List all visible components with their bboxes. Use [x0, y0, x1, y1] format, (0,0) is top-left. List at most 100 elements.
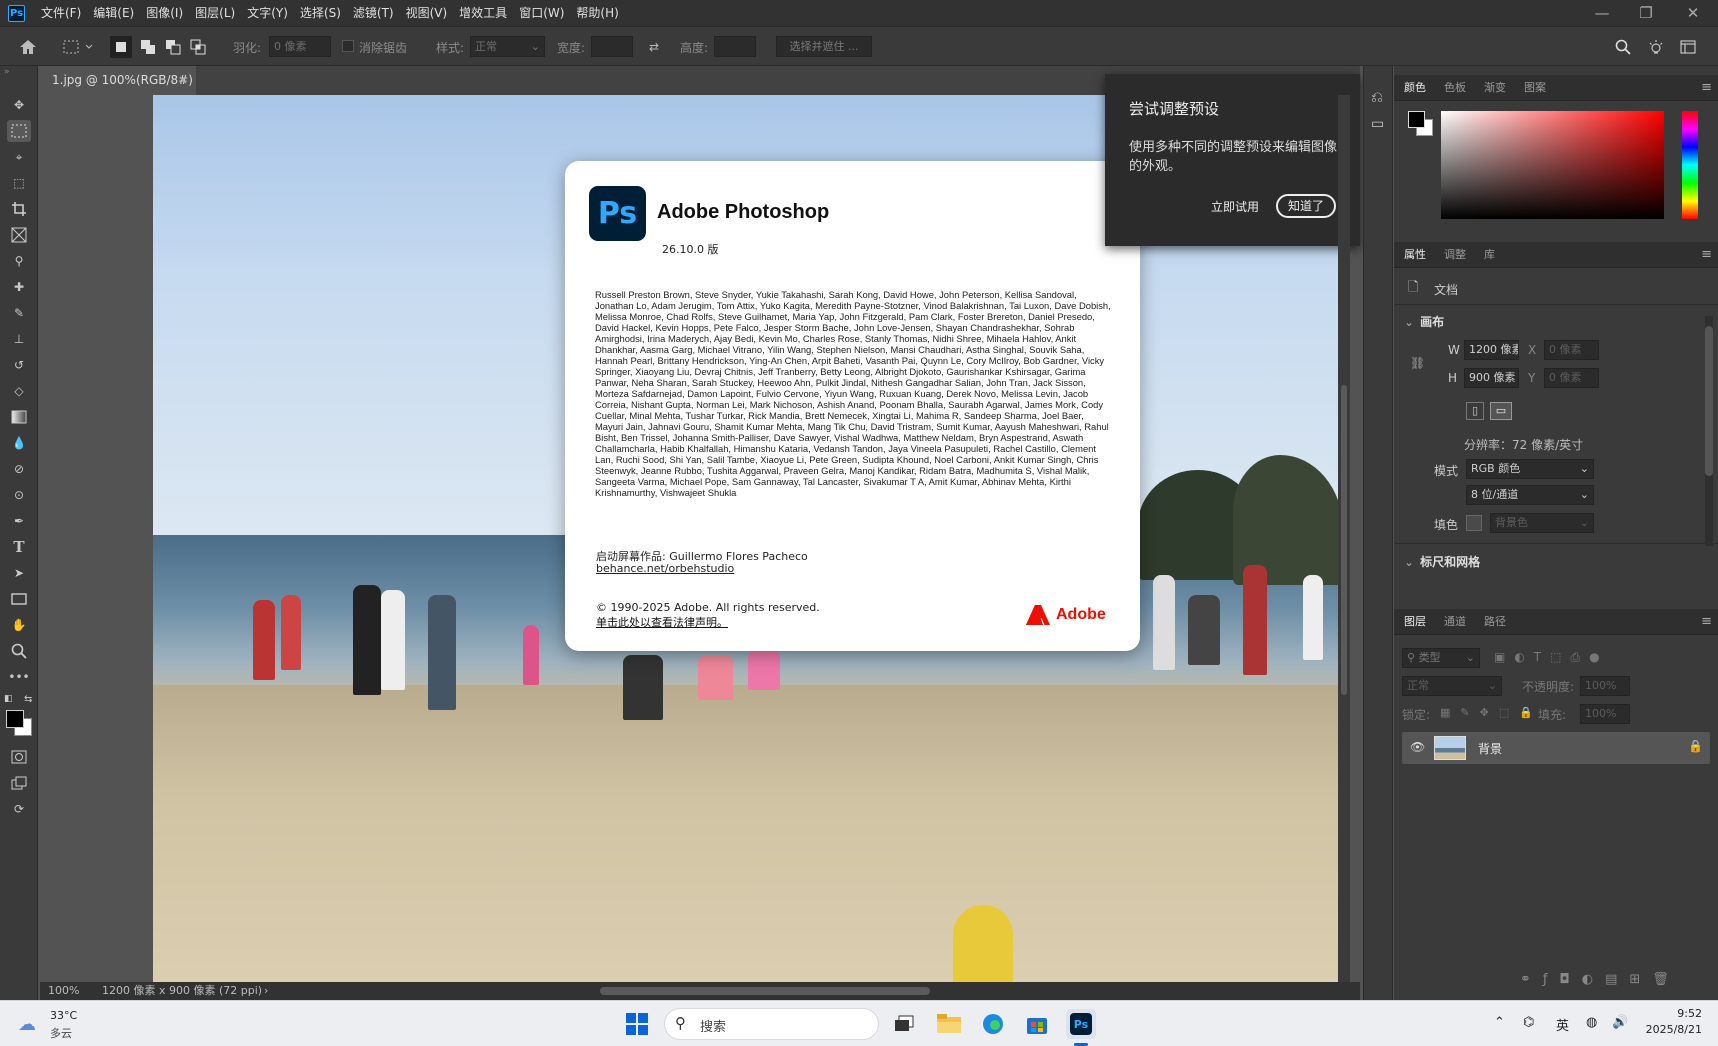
edge-browser-icon[interactable]	[978, 1009, 1008, 1039]
canvas-y-input[interactable]: 0 像素	[1544, 368, 1599, 388]
menu-type[interactable]: 文字(Y)	[241, 0, 294, 26]
horizontal-scroll-thumb[interactable]	[600, 987, 930, 995]
collapse-tools-icon[interactable]: »	[4, 67, 10, 77]
menu-plugins[interactable]: 增效工具	[453, 0, 513, 26]
antialias-checkbox[interactable]	[342, 40, 354, 52]
quick-mask-icon[interactable]	[7, 746, 31, 768]
gradient-tool-icon[interactable]	[7, 406, 31, 428]
new-selection-icon[interactable]	[110, 36, 132, 58]
splash-artist-link[interactable]: behance.net/orbehstudio	[596, 562, 734, 575]
canvas-height-input[interactable]: 900 像素	[1464, 368, 1519, 388]
lock-icons[interactable]: ▦✎✥⬚🔒	[1440, 706, 1543, 719]
legal-notice-link[interactable]: 单击此处以查看法律声明。	[596, 614, 728, 630]
move-tool-icon[interactable]: ✥	[7, 94, 31, 116]
path-selection-tool-icon[interactable]: ➤	[7, 562, 31, 584]
brush-tool-icon[interactable]: ✎	[7, 302, 31, 324]
subtract-selection-icon[interactable]	[162, 36, 184, 58]
rectangle-tool-icon[interactable]	[7, 588, 31, 610]
microsoft-store-icon[interactable]	[1022, 1009, 1052, 1039]
type-tool-icon[interactable]: T	[7, 536, 31, 558]
photoshop-app-icon[interactable]: Ps	[8, 4, 25, 22]
search-icon[interactable]	[1612, 36, 1634, 58]
rectangular-marquee-tool-icon[interactable]	[7, 120, 31, 142]
discover-icon[interactable]	[1645, 36, 1667, 58]
foreground-color-swatch[interactable]	[6, 710, 24, 728]
tray-overflow-icon[interactable]: ⌃	[1494, 1015, 1505, 1030]
canvas-x-input[interactable]: 0 像素	[1544, 340, 1599, 360]
quick-selection-tool-icon[interactable]: ⬚	[7, 172, 31, 194]
properties-scrollbar[interactable]	[1705, 316, 1713, 546]
close-window-icon[interactable]: ✕	[1673, 0, 1713, 26]
workspace-icon[interactable]	[1677, 36, 1699, 58]
swap-colors-icon[interactable]: ⇆	[24, 694, 32, 705]
network-icon[interactable]: ⌬	[1523, 1015, 1534, 1030]
tab-gradients[interactable]: 渐变	[1484, 75, 1506, 101]
layer-row-background[interactable]: 👁 背景 🔒	[1402, 732, 1710, 764]
history-panel-icon[interactable]: ⎌	[1371, 88, 1383, 106]
pen-tool-icon[interactable]: ✒	[7, 510, 31, 532]
swap-dimensions-icon[interactable]: ⇄	[643, 36, 665, 58]
menu-layer[interactable]: 图层(L)	[189, 0, 241, 26]
generative-icon[interactable]: ⟳	[7, 798, 31, 820]
landscape-orientation-icon[interactable]: ▭	[1490, 402, 1512, 420]
menu-help[interactable]: 帮助(H)	[570, 0, 624, 26]
tray-app-icon[interactable]: ◍	[1586, 1015, 1597, 1030]
hue-slider[interactable]	[1682, 111, 1698, 219]
history-brush-tool-icon[interactable]: ↺	[7, 354, 31, 376]
layer-filter-kind[interactable]: ⚲ 类型 ⌄	[1402, 648, 1480, 668]
select-and-mask-button[interactable]: 选择并遮住 ...	[776, 36, 872, 57]
more-tools-icon[interactable]: •••	[7, 666, 31, 688]
height-input[interactable]	[714, 36, 756, 57]
weather-cloud-icon[interactable]: ☁	[18, 1014, 36, 1035]
panel-menu-icon[interactable]: ≡	[1701, 75, 1712, 101]
input-method[interactable]: 英	[1556, 1015, 1569, 1034]
screen-mode-icon[interactable]	[7, 772, 31, 794]
frame-tool-icon[interactable]	[7, 224, 31, 246]
document-tab[interactable]: 1.jpg @ 100%(RGB/8#) ×	[40, 66, 196, 95]
fg-color-chip[interactable]	[1408, 111, 1425, 128]
zoom-level[interactable]: 100%	[48, 982, 79, 1000]
close-tab-icon[interactable]: ×	[178, 66, 188, 95]
zoom-lens-tool-icon[interactable]: ⊙	[7, 484, 31, 506]
opacity-input[interactable]: 100%	[1580, 676, 1630, 696]
canvas-width-input[interactable]: 1200 像素	[1464, 340, 1519, 360]
crop-tool-icon[interactable]	[7, 198, 31, 220]
tab-patterns[interactable]: 图案	[1524, 75, 1546, 101]
minimize-icon[interactable]: —	[1582, 0, 1622, 26]
clock-time[interactable]: 9:52	[1646, 1007, 1702, 1020]
home-icon[interactable]	[16, 36, 40, 58]
menu-edit[interactable]: 编辑(E)	[87, 0, 140, 26]
intersect-selection-icon[interactable]	[187, 36, 209, 58]
zoom-tool-icon[interactable]	[7, 640, 31, 662]
feather-input[interactable]: 0 像素	[269, 36, 331, 57]
layer-filter-icons[interactable]: ▣◐T⬚⎙●	[1494, 650, 1609, 665]
fill-select[interactable]: 背景色 ⌄	[1490, 513, 1594, 533]
width-input[interactable]	[591, 36, 633, 57]
clock-date[interactable]: 2025/8/21	[1632, 1023, 1702, 1036]
menu-view[interactable]: 视图(V)	[400, 0, 454, 26]
blend-mode-select[interactable]: 正常 ⌄	[1402, 676, 1502, 696]
visibility-eye-icon[interactable]: 👁	[1410, 740, 1425, 754]
blur-tool-icon[interactable]: 💧	[7, 432, 31, 454]
menu-filter[interactable]: 滤镜(T)	[347, 0, 400, 26]
vertical-scroll-thumb[interactable]	[1341, 385, 1347, 695]
photoshop-taskbar-icon[interactable]: Ps	[1066, 1009, 1096, 1039]
rulers-grids-section-header[interactable]: ⌄ 标尺和网格	[1404, 553, 1480, 570]
panel-menu-icon[interactable]: ≡	[1701, 242, 1712, 268]
color-picker-field[interactable]	[1441, 111, 1664, 219]
about-dialog[interactable]: Ps Adobe Photoshop 26.10.0 版 Russell Pre…	[565, 161, 1140, 651]
status-arrow-icon[interactable]: ›	[264, 982, 268, 1000]
fill-color-swatch[interactable]	[1466, 515, 1482, 531]
panel-menu-icon[interactable]: ≡	[1701, 609, 1712, 635]
canvas-section-header[interactable]: ⌄ 画布	[1404, 313, 1444, 330]
link-dimensions-icon[interactable]: ⛓	[1410, 356, 1425, 370]
dodge-tool-icon[interactable]: ⊘	[7, 458, 31, 480]
menu-window[interactable]: 窗口(W)	[513, 0, 570, 26]
taskbar-search[interactable]: ⚲ 搜索	[664, 1008, 879, 1040]
object-selection-tool-icon[interactable]: ⌖	[7, 146, 31, 168]
tab-properties[interactable]: 属性	[1404, 242, 1426, 268]
file-explorer-icon[interactable]	[934, 1009, 964, 1039]
tab-libraries[interactable]: 库	[1484, 242, 1495, 268]
color-mode-select[interactable]: RGB 颜色 ⌄	[1466, 459, 1594, 479]
fill-opacity-input[interactable]: 100%	[1580, 704, 1630, 724]
